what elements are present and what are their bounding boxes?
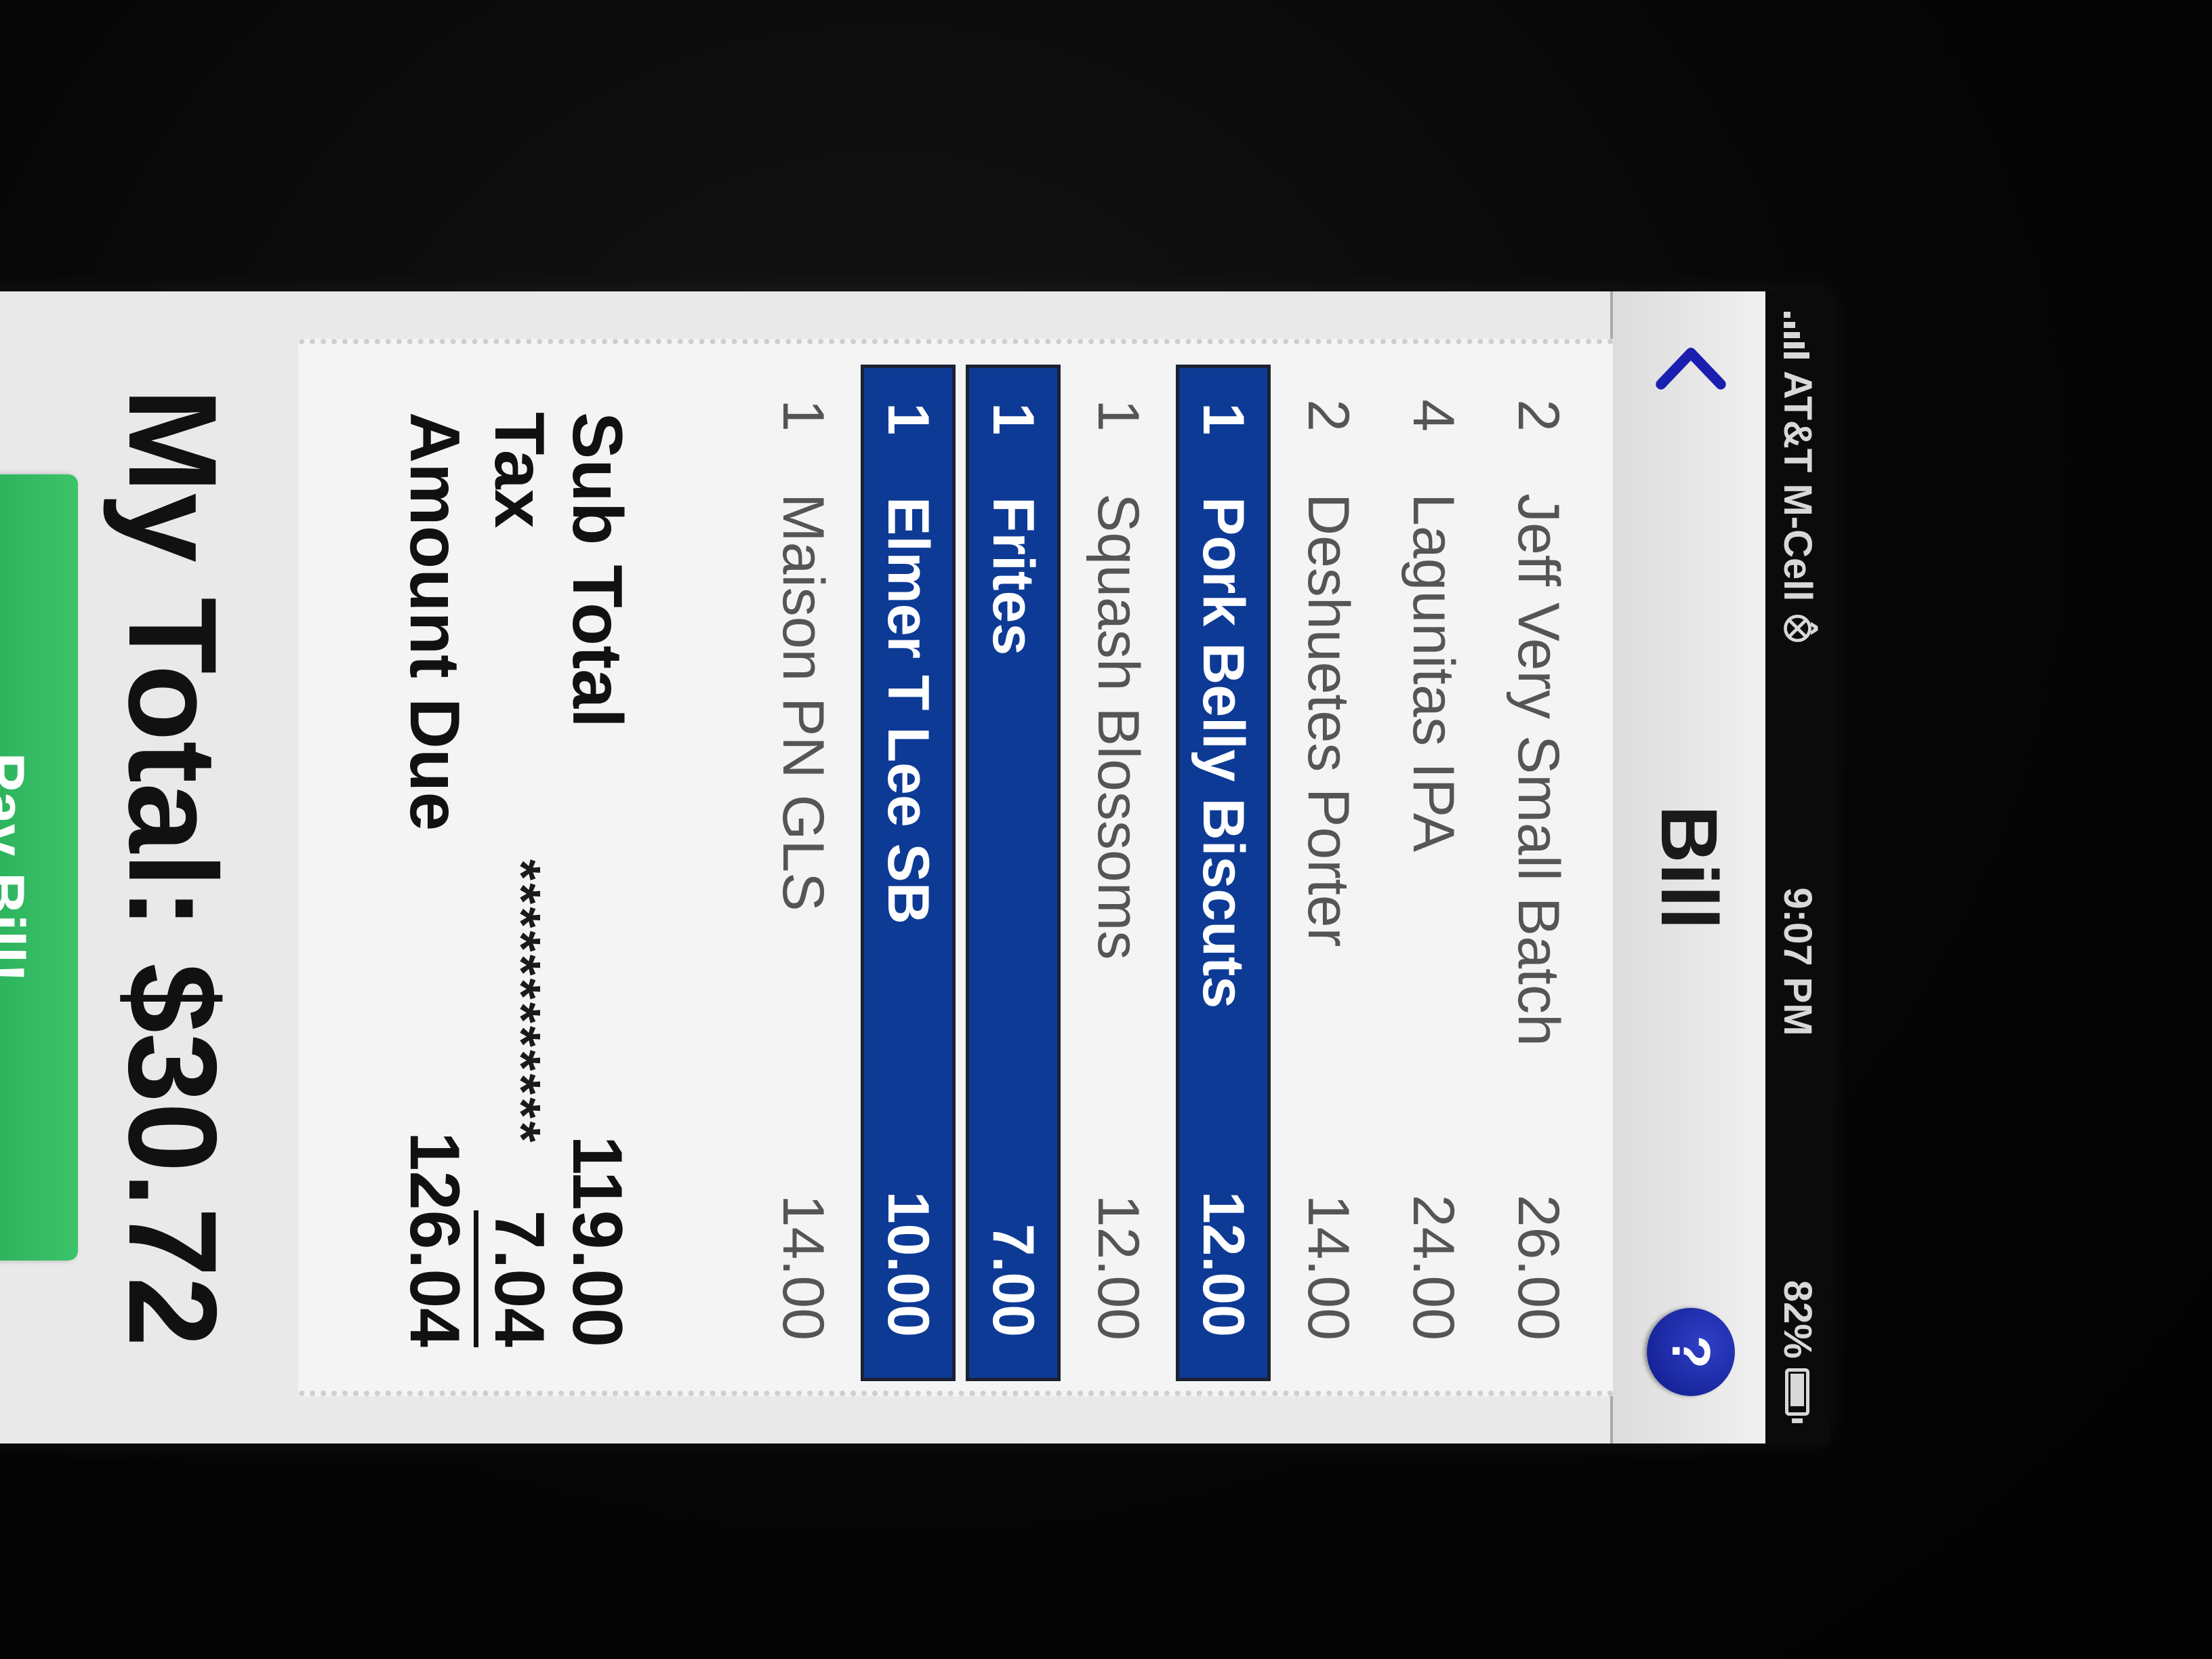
- status-time: 9:07 PM: [1776, 887, 1820, 1036]
- item-quantity: 4: [1401, 399, 1467, 432]
- item-quantity: 1: [1191, 403, 1256, 435]
- item-name: Frites: [981, 497, 1046, 656]
- subtotal-label: Sub Total: [558, 412, 636, 729]
- phone-screen: AT&T M-Cell ⨶ 9:07 PM 82% Bill ? 2 Jeff …: [0, 291, 1830, 1443]
- subtotal-value: 119.00: [558, 1135, 636, 1347]
- item-price: 14.00: [1296, 1194, 1361, 1340]
- pay-bill-button[interactable]: Pay Bill!: [0, 474, 78, 1261]
- my-total-value: $30.72: [102, 963, 242, 1347]
- bill-item-row-selected[interactable]: 1 Elmer T Lee SB 10.00: [861, 365, 956, 1381]
- item-quantity: 2: [1506, 399, 1572, 432]
- page-title: Bill: [1644, 805, 1734, 930]
- item-quantity: 2: [1296, 399, 1361, 432]
- item-price: 12.00: [1086, 1194, 1151, 1340]
- my-total: My Total: $30.72: [100, 291, 244, 1443]
- help-button[interactable]: ?: [1647, 1308, 1735, 1396]
- bill-item-row[interactable]: 4 Lagunitas IPA 24.00: [1386, 365, 1481, 1381]
- item-price: 7.00: [981, 1223, 1046, 1337]
- item-price: 12.00: [1191, 1191, 1256, 1337]
- item-price: 10.00: [876, 1191, 941, 1337]
- amount-due-value: 126.04: [395, 1131, 474, 1347]
- item-price: 26.00: [1506, 1194, 1572, 1340]
- item-quantity: 1: [1086, 399, 1151, 432]
- bill-item-row[interactable]: 2 Jeff Very Small Batch 26.00: [1491, 365, 1586, 1381]
- amount-due-row: Amount Due 126.04: [393, 412, 474, 1361]
- item-price: 14.00: [771, 1194, 836, 1340]
- item-name: Pork Belly Biscuts: [1191, 497, 1256, 1009]
- signal-icon: [1784, 312, 1811, 359]
- subtotal-row: Sub Total 119.00: [556, 412, 637, 1361]
- item-price: 24.00: [1401, 1194, 1467, 1340]
- battery-percent: 82%: [1776, 1279, 1820, 1359]
- item-quantity: 1: [981, 403, 1046, 435]
- wifi-icon: ⨶: [1777, 613, 1820, 644]
- bill-item-row[interactable]: 1 Squash Blossoms 12.00: [1071, 365, 1166, 1381]
- bill-item-row-selected[interactable]: 1 Frites 7.00: [966, 365, 1061, 1381]
- item-name: Maison PN GLS: [771, 493, 836, 912]
- tax-row: Tax 7.04: [474, 412, 559, 1361]
- tax-value: 7.04: [474, 1210, 559, 1347]
- item-quantity: 1: [876, 403, 941, 435]
- battery-icon: [1785, 1368, 1810, 1416]
- item-quantity: 1: [771, 399, 836, 432]
- item-name: Squash Blossoms: [1086, 493, 1151, 960]
- carrier-name: AT&T M-Cell: [1776, 371, 1820, 602]
- status-bar: AT&T M-Cell ⨶ 9:07 PM 82%: [1765, 291, 1830, 1443]
- navigation-bar: Bill ?: [1610, 291, 1765, 1443]
- item-name: Jeff Very Small Batch: [1506, 493, 1572, 1046]
- item-name: Elmer T Lee SB: [876, 497, 941, 924]
- tax-label: Tax: [480, 412, 558, 529]
- bill-receipt: 2 Jeff Very Small Batch 26.00 4 Lagunita…: [298, 339, 1613, 1396]
- bill-item-row[interactable]: 1 Maison PN GLS 14.00: [756, 365, 851, 1381]
- item-name: Lagunitas IPA: [1401, 493, 1467, 853]
- item-name: Deshuetes Porter: [1296, 493, 1361, 947]
- amount-due-label: Amount Due: [395, 412, 474, 832]
- my-total-label: My Total:: [102, 388, 242, 930]
- bill-item-row-selected[interactable]: 1 Pork Belly Biscuts 12.00: [1176, 365, 1271, 1381]
- bill-item-row[interactable]: 2 Deshuetes Porter 14.00: [1281, 365, 1376, 1381]
